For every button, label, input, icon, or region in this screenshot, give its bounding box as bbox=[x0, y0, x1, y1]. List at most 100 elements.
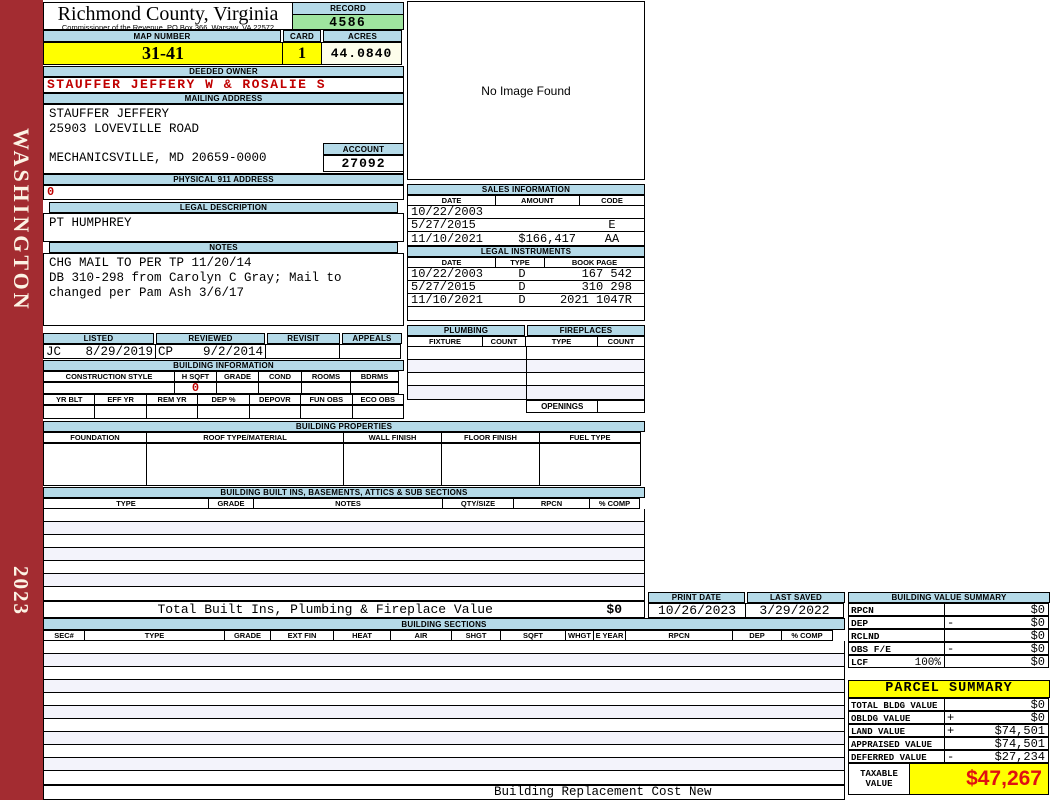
sales-code: E bbox=[608, 218, 616, 232]
print-info-values: 10/26/2023 3/29/2022 bbox=[648, 603, 845, 618]
construction-style-value bbox=[43, 382, 175, 394]
revisit-header: REVISIT bbox=[267, 333, 340, 344]
building-sections-header: BUILDING SECTIONS bbox=[43, 618, 845, 630]
sales-rows: 10/22/2003 5/27/2015 E 11/10/2021 $166,4… bbox=[407, 205, 645, 246]
listed-date: 8/29/2019 bbox=[85, 345, 153, 359]
bi-grade-header: GRADE bbox=[208, 498, 254, 509]
parcel-summary: PARCEL SUMMARY TOTAL BLDG VALUE $0 OBLDG… bbox=[848, 680, 1050, 795]
instrument-row: 11/10/2021 D 2021 1047R bbox=[408, 293, 644, 307]
instrument-type: D bbox=[518, 293, 526, 307]
empty-row bbox=[44, 693, 844, 706]
physical-address-header: PHYSICAL 911 ADDRESS bbox=[43, 174, 404, 185]
map-number-value: 31-41 bbox=[43, 42, 283, 65]
bvs-label: OBS F/E bbox=[848, 642, 945, 655]
bvs-value: $0 bbox=[1030, 654, 1045, 669]
parcel-label: TOTAL BLDG VALUE bbox=[848, 698, 945, 711]
roof-header: ROOF TYPE/MATERIAL bbox=[146, 432, 344, 443]
mailing-line-2: 25903 LOVEVILLE ROAD bbox=[49, 121, 200, 136]
empty-row bbox=[44, 771, 844, 784]
county-title: Richmond County, Virginia bbox=[57, 3, 279, 25]
bi-rpcn-header: RPCN bbox=[513, 498, 590, 509]
reviewed-by: CP bbox=[158, 345, 174, 359]
built-ins-total-label: Total Built Ins, Plumbing & Fireplace Va… bbox=[157, 602, 493, 617]
sales-date: 11/10/2021 bbox=[411, 231, 484, 246]
bvs-value: $0 bbox=[1030, 628, 1045, 643]
building-information-header: BUILDING INFORMATION bbox=[43, 360, 404, 371]
parcel-row: TOTAL BLDG VALUE $0 bbox=[848, 698, 1050, 712]
legal-instruments-header: LEGAL INSTRUMENTS bbox=[407, 246, 645, 257]
empty-row bbox=[44, 654, 844, 667]
card-value: 1 bbox=[282, 42, 322, 65]
fireplaces-header: FIREPLACES bbox=[527, 325, 645, 336]
built-ins-columns: TYPE GRADE NOTES QTY/SIZE RPCN % COMP bbox=[43, 498, 645, 509]
parcel-summary-header: PARCEL SUMMARY bbox=[848, 680, 1050, 698]
building-value-summary: BUILDING VALUE SUMMARY RPCN $0 DEP - $0 R… bbox=[848, 592, 1050, 669]
notes-line-3: changed per Pam Ash 3/6/17 bbox=[49, 286, 245, 300]
sales-amount-header: AMOUNT bbox=[495, 195, 580, 206]
empty-row bbox=[44, 522, 644, 535]
sales-code: AA bbox=[604, 231, 620, 246]
dep-pct-header: DEP % bbox=[197, 394, 250, 405]
bs-extfin-header: EXT FIN bbox=[270, 630, 334, 641]
empty-row bbox=[44, 548, 644, 561]
building-sections-footer: Building Replacement Cost New bbox=[43, 785, 845, 800]
bvs-row: DEP - $0 bbox=[848, 615, 1050, 630]
instrument-date: 10/22/2003 bbox=[411, 267, 484, 281]
instrument-date: 11/10/2021 bbox=[411, 293, 484, 307]
reviewed-date: 9/2/2014 bbox=[202, 345, 263, 359]
effyr-header: EFF YR bbox=[94, 394, 147, 405]
legal-instruments-rows: 10/22/2003 D 167 542 5/27/2015 D 310 298… bbox=[407, 267, 645, 321]
map-header-row: MAP NUMBER CARD ACRES bbox=[43, 30, 404, 42]
empty-row bbox=[44, 745, 844, 758]
bs-whgt-header: WHGT bbox=[565, 630, 594, 641]
empty-row bbox=[44, 561, 644, 574]
empty-row bbox=[44, 719, 844, 732]
revisit-value bbox=[265, 344, 340, 359]
acres-header: ACRES bbox=[323, 30, 402, 42]
acres-value: 44.0840 bbox=[321, 42, 402, 65]
instrument-bookpage: 310 298 bbox=[581, 280, 632, 294]
empty-row bbox=[408, 360, 644, 373]
empty-row bbox=[44, 535, 644, 548]
legal-description-value: PT HUMPHREY bbox=[43, 213, 404, 242]
sales-information: SALES INFORMATION DATE AMOUNT CODE 10/22… bbox=[407, 184, 645, 246]
bi-type-header: TYPE bbox=[43, 498, 209, 509]
instrument-type: D bbox=[518, 280, 526, 294]
construction-style-header: CONSTRUCTION STYLE bbox=[43, 371, 175, 382]
print-info-headers: PRINT DATE LAST SAVED bbox=[648, 592, 845, 603]
notes-box: CHG MAIL TO PER TP 11/20/14 DB 310-298 f… bbox=[43, 253, 404, 326]
parcel-row: OBLDG VALUE + $0 bbox=[848, 711, 1050, 725]
taxable-value: $47,267 bbox=[966, 767, 1042, 790]
bs-sec-header: SEC# bbox=[43, 630, 85, 641]
bs-dep-header: DEP bbox=[732, 630, 782, 641]
sales-amount: $166,417 bbox=[518, 231, 576, 246]
sales-header: SALES INFORMATION bbox=[407, 184, 645, 195]
ecoobs-header: ECO OBS bbox=[351, 394, 404, 405]
building-properties-values bbox=[43, 443, 645, 486]
fuel-type-header: FUEL TYPE bbox=[539, 432, 641, 443]
fixture-header: FIXTURE bbox=[407, 336, 483, 347]
instrument-type: D bbox=[518, 267, 526, 281]
bvs-row: RPCN $0 bbox=[848, 603, 1050, 617]
bvs-row: RCLND $0 bbox=[848, 628, 1050, 643]
rooms-value bbox=[301, 382, 351, 394]
openings-label: OPENINGS bbox=[526, 400, 599, 413]
bs-sqft-header: SQFT bbox=[500, 630, 566, 641]
sales-row: 5/27/2015 E bbox=[408, 218, 644, 232]
instrument-bookpage: 2021 1047R bbox=[559, 293, 632, 307]
bvs-value: $0 bbox=[1030, 615, 1045, 630]
mailing-line-1: STAUFFER JEFFERY bbox=[49, 107, 170, 121]
plumbing-fireplaces-headers: PLUMBING FIREPLACES bbox=[407, 325, 645, 336]
parcel-row: LAND VALUE + $74,501 bbox=[848, 724, 1050, 738]
building-info-columns-1: CONSTRUCTION STYLE H SQFT GRADE COND ROO… bbox=[43, 371, 404, 382]
remyr-header: REM YR bbox=[145, 394, 199, 405]
bvs-header: BUILDING VALUE SUMMARY bbox=[848, 592, 1050, 603]
bi-comp-header: % COMP bbox=[589, 498, 640, 509]
building-sections: BUILDING SECTIONS SEC# TYPE GRADE EXT FI… bbox=[43, 618, 845, 800]
empty-row bbox=[44, 680, 844, 693]
cond-value bbox=[258, 382, 302, 394]
bvs-row: OBS F/E - $0 bbox=[848, 642, 1050, 656]
yrblt-header: YR BLT bbox=[43, 394, 96, 405]
empty-row bbox=[408, 347, 644, 360]
empty-row bbox=[408, 386, 644, 399]
